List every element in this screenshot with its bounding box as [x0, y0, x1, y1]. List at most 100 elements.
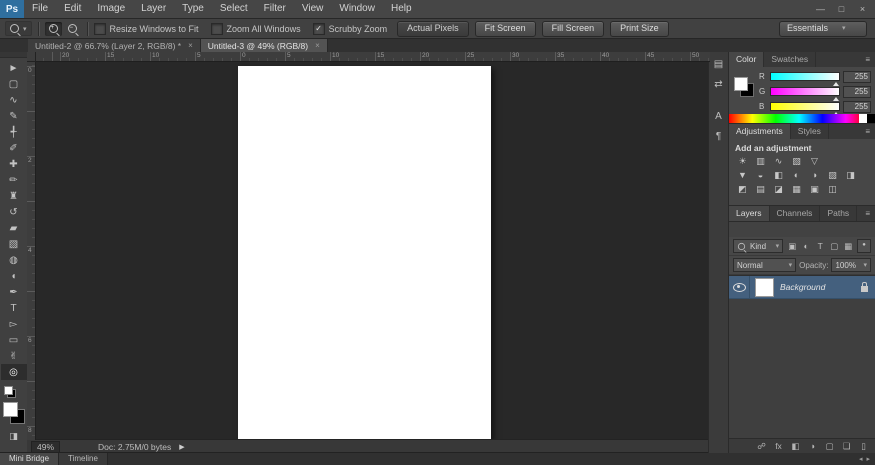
menu-item[interactable]: File — [24, 0, 56, 18]
color-spectrum-ramp[interactable] — [729, 114, 875, 123]
adjustment-icon[interactable]: ◑ — [807, 169, 822, 182]
white-chip[interactable] — [859, 114, 867, 123]
layer-row-background[interactable]: Background — [729, 276, 875, 299]
layer-style-icon[interactable]: fx — [771, 440, 786, 453]
rectangular-marquee-tool[interactable]: ▢ — [1, 76, 27, 92]
scroll-left-icon[interactable]: ◂ — [859, 454, 863, 465]
move-tool[interactable]: ► — [1, 60, 27, 76]
zoom-tool-preset[interactable]: ▾ — [5, 21, 32, 36]
pen-tool[interactable]: ✒ — [1, 284, 27, 300]
timeline-tab[interactable]: Timeline — [59, 453, 108, 465]
eyedropper-tool[interactable]: ✐ — [1, 140, 27, 156]
close-tab-icon[interactable]: × — [315, 41, 320, 50]
zoom-all-windows-checkbox[interactable]: Zoom All Windows — [210, 22, 301, 35]
zoom-in-button[interactable]: + — [44, 21, 62, 36]
eraser-tool[interactable]: ▰ — [1, 220, 27, 236]
adjustment-icon[interactable]: ▤ — [753, 183, 768, 196]
channel-value-field[interactable]: 255 — [843, 70, 871, 83]
fill-screen-button[interactable]: Fill Screen — [541, 20, 605, 37]
styles-tab[interactable]: Styles — [790, 124, 829, 139]
filter-type-layers-icon[interactable]: T — [814, 240, 826, 252]
properties-panel-icon[interactable]: ⇄ — [710, 77, 728, 93]
adjustment-icon[interactable]: ◪ — [771, 183, 786, 196]
scroll-right-icon[interactable]: ▸ — [866, 454, 870, 465]
checkbox-box[interactable] — [210, 22, 223, 35]
layer-filter-kind-dropdown[interactable]: Kind ▾ — [733, 239, 784, 253]
channel-slider[interactable] — [770, 87, 840, 101]
ruler-corner[interactable] — [27, 52, 36, 62]
history-brush-tool[interactable]: ↺ — [1, 204, 27, 220]
menu-item[interactable]: Edit — [56, 0, 89, 18]
zoom-tool[interactable]: ◎ — [0, 364, 27, 380]
adjustment-icon[interactable]: ▨ — [825, 169, 840, 182]
adjustment-icon[interactable]: ◫ — [825, 183, 840, 196]
adjustment-icon[interactable]: ▽ — [807, 155, 822, 168]
menu-item[interactable]: Window — [331, 0, 383, 18]
doc-tab-untitled-3[interactable]: Untitled-3 @ 49% (RGB/8) × — [200, 39, 328, 52]
menu-item[interactable]: Image — [89, 0, 133, 18]
toolbar-grip[interactable] — [0, 52, 27, 58]
checkbox-box[interactable]: ✓ — [312, 22, 325, 35]
panel-menu-icon[interactable]: ≡ — [865, 52, 875, 67]
character-panel-icon[interactable]: A — [710, 109, 728, 125]
layer-thumbnail[interactable] — [755, 277, 774, 297]
shape-tool[interactable]: ▭ — [1, 332, 27, 348]
color-tab[interactable]: Color — [729, 52, 765, 67]
menu-item[interactable]: Help — [383, 0, 420, 18]
add-layer-mask-icon[interactable]: ◧ — [788, 440, 803, 453]
filter-smart-objects-icon[interactable]: ▦ — [842, 240, 854, 252]
paths-tab[interactable]: Paths — [820, 206, 858, 221]
crop-tool[interactable]: ╃ — [1, 124, 27, 140]
adjustment-icon[interactable]: ◒ — [753, 169, 768, 182]
brush-tool[interactable]: ✏ — [1, 172, 27, 188]
quick-selection-tool[interactable]: ✎ — [1, 108, 27, 124]
adjustment-icon[interactable]: ◐ — [789, 169, 804, 182]
layer-visibility-toggle[interactable] — [729, 276, 750, 298]
channel-value-field[interactable]: 255 — [843, 85, 871, 98]
scrubby-zoom-checkbox[interactable]: ✓ Scrubby Zoom — [312, 22, 387, 35]
adjustment-icon[interactable]: ☀ — [735, 155, 750, 168]
adjustments-tab[interactable]: Adjustments — [729, 124, 791, 139]
history-panel-icon[interactable]: ▤ — [710, 57, 728, 73]
adjustment-icon[interactable]: ◩ — [735, 183, 750, 196]
path-selection-tool[interactable]: ▻ — [1, 316, 27, 332]
filter-shape-layers-icon[interactable]: ▢ — [828, 240, 840, 252]
black-chip[interactable] — [867, 114, 875, 123]
blur-tool[interactable]: ◍ — [1, 252, 27, 268]
quick-mask-button[interactable]: ◨ — [1, 428, 27, 444]
menu-item[interactable]: View — [294, 0, 332, 18]
link-layers-icon[interactable]: ☍ — [754, 440, 769, 453]
actual-pixels-button[interactable]: Actual Pixels — [397, 20, 469, 37]
status-menu-arrow-icon[interactable]: ▶ — [179, 443, 184, 451]
menu-item[interactable]: Type — [174, 0, 212, 18]
adjustment-icon[interactable]: ▥ — [753, 155, 768, 168]
vertical-ruler[interactable]: 0 2 4 6 8 — [27, 61, 36, 440]
checkbox-box[interactable] — [93, 22, 106, 35]
menu-item[interactable]: Layer — [133, 0, 174, 18]
channels-tab[interactable]: Channels — [769, 206, 821, 221]
gradient-tool[interactable]: ▧ — [1, 236, 27, 252]
hand-tool[interactable]: ✌ — [1, 348, 27, 364]
horizontal-ruler[interactable]: 20 15 10 5 0 5 10 15 20 25 30 35 40 45 50 — [27, 52, 710, 62]
clone-stamp-tool[interactable]: ♜ — [1, 188, 27, 204]
minimize-button[interactable]: — — [810, 0, 831, 18]
channel-slider[interactable] — [770, 72, 840, 86]
document-canvas[interactable] — [238, 66, 491, 440]
channel-value-field[interactable]: 255 — [843, 100, 871, 113]
fit-screen-button[interactable]: Fit Screen — [474, 20, 536, 37]
mini-bridge-tab[interactable]: Mini Bridge — [0, 453, 60, 465]
dodge-tool[interactable]: ◖ — [1, 268, 27, 284]
filter-adjustment-layers-icon[interactable]: ◐ — [800, 240, 812, 252]
adjustment-icon[interactable]: ▦ — [789, 183, 804, 196]
layer-filter-toggle[interactable]: ● — [857, 239, 871, 253]
doc-tab-untitled-2[interactable]: Untitled-2 @ 66.7% (Layer 2, RGB/8) * × — [28, 39, 201, 52]
adjustment-icon[interactable]: ◨ — [843, 169, 858, 182]
new-group-icon[interactable]: ▢ — [822, 440, 837, 453]
new-layer-icon[interactable]: ❏ — [839, 440, 854, 453]
delete-layer-icon[interactable]: ▯ — [856, 440, 871, 453]
foreground-color-swatch[interactable] — [734, 77, 748, 91]
foreground-color-swatch[interactable] — [2, 402, 18, 417]
spot-healing-brush-tool[interactable]: ✚ — [1, 156, 27, 172]
restore-button[interactable]: □ — [831, 0, 852, 18]
menu-item[interactable]: Select — [212, 0, 256, 18]
